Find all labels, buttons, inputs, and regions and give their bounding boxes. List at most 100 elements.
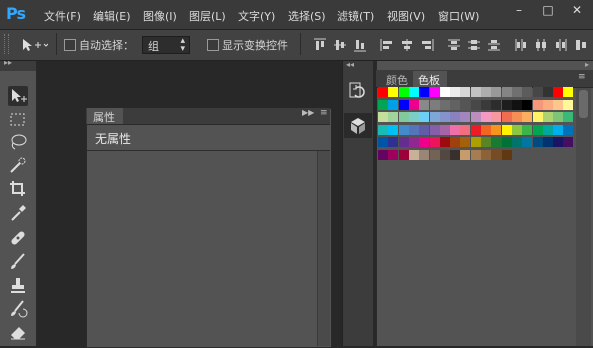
align-top-icon[interactable] [313,38,327,52]
color-swatch[interactable] [378,87,388,97]
color-swatch[interactable] [470,150,481,160]
color-swatch[interactable] [398,137,409,148]
color-swatch[interactable] [563,124,574,135]
color-swatch[interactable] [553,137,564,148]
color-swatch[interactable] [388,150,399,160]
color-swatch[interactable] [388,87,399,97]
color-swatch[interactable] [522,112,533,123]
color-swatch[interactable] [553,112,564,123]
color-swatch[interactable] [481,137,491,148]
color-swatch[interactable] [378,137,388,148]
collapse-arrows-icon[interactable]: ▶▶ [302,108,314,117]
color-swatch[interactable] [429,124,440,135]
color-swatch[interactable] [429,99,440,110]
collapse-arrows-icon[interactable]: ▸▸ [4,58,12,67]
color-swatch[interactable] [501,137,512,148]
scrollbar-thumb[interactable] [579,90,588,118]
color-swatch[interactable] [511,87,522,97]
color-swatch[interactable] [553,124,564,135]
quick-selection-tool-icon[interactable] [8,155,28,175]
color-swatch[interactable] [429,137,440,148]
color-swatch[interactable] [408,150,419,160]
distribute-bottom-icon[interactable] [487,38,501,52]
color-swatch[interactable] [481,87,491,97]
color-swatch[interactable] [429,112,440,123]
distribute-right-icon[interactable] [554,38,568,52]
color-swatch[interactable] [419,137,430,148]
color-swatch[interactable] [460,112,471,123]
distribute-top-icon[interactable] [447,38,461,52]
color-swatch[interactable] [501,124,512,135]
color-swatch[interactable] [470,112,481,123]
menu-select[interactable]: 选择(S) [288,8,326,24]
color-swatch[interactable] [522,124,533,135]
marquee-tool-icon[interactable] [8,110,28,130]
color-swatch[interactable] [388,137,399,148]
properties-scrollbar[interactable] [317,151,330,346]
color-swatch[interactable] [532,87,543,97]
color-swatch[interactable] [481,124,491,135]
color-swatch[interactable] [542,87,553,97]
color-swatch[interactable] [388,112,399,123]
color-swatch[interactable] [439,112,450,123]
color-swatch[interactable] [542,112,553,123]
healing-brush-tool-icon[interactable] [8,228,28,248]
color-swatch[interactable] [491,87,502,97]
crop-tool-icon[interactable] [8,179,28,199]
color-swatch[interactable] [470,137,481,148]
color-swatch[interactable] [398,99,409,110]
color-swatch[interactable] [460,137,471,148]
3d-panel-icon[interactable] [344,113,372,138]
align-hcenter-icon[interactable] [400,38,414,52]
clone-stamp-tool-icon[interactable] [8,276,28,296]
swatches-scrollbar[interactable] [576,88,591,346]
color-swatch[interactable] [378,112,388,123]
color-swatch[interactable] [460,150,471,160]
color-swatch[interactable] [378,150,388,160]
move-tool-preset-icon[interactable] [20,36,49,54]
expand-arrows-icon[interactable]: ◂◂ [346,60,354,69]
distribute-left-icon[interactable] [514,38,528,52]
color-swatch[interactable] [408,137,419,148]
color-swatch[interactable] [450,112,461,123]
color-swatch[interactable] [501,112,512,123]
color-swatch[interactable] [563,112,574,123]
align-bottom-icon[interactable] [353,38,367,52]
collapse-arrows-icon[interactable]: ▸ [585,60,589,69]
auto-select-checkbox[interactable] [64,39,76,51]
color-swatch[interactable] [532,112,543,123]
color-swatch[interactable] [491,124,502,135]
color-swatch[interactable] [419,99,430,110]
tab-swatches[interactable]: 色板 [413,71,447,88]
color-swatch[interactable] [542,99,553,110]
color-swatch[interactable] [491,150,502,160]
color-swatch[interactable] [563,137,574,148]
color-swatch[interactable] [532,124,543,135]
color-swatch[interactable] [419,112,430,123]
eraser-tool-icon[interactable] [8,322,28,342]
color-swatch[interactable] [429,150,440,160]
color-swatch[interactable] [398,124,409,135]
color-swatch[interactable] [398,112,409,123]
menu-type[interactable]: 文字(Y) [238,8,275,24]
color-swatch[interactable] [542,137,553,148]
color-swatch[interactable] [450,150,461,160]
brush-tool-icon[interactable] [8,252,28,272]
color-swatch[interactable] [491,99,502,110]
color-swatch[interactable] [388,99,399,110]
menu-window[interactable]: 窗口(W) [438,8,479,24]
align-vcenter-icon[interactable] [333,38,347,52]
color-swatch[interactable] [511,99,522,110]
color-swatch[interactable] [460,124,471,135]
color-swatch[interactable] [450,137,461,148]
color-swatch[interactable] [470,99,481,110]
menu-file[interactable]: 文件(F) [44,8,81,24]
options-grip[interactable] [4,34,9,54]
color-swatch[interactable] [553,99,564,110]
color-swatch[interactable] [439,87,450,97]
color-swatch[interactable] [532,137,543,148]
tab-color[interactable]: 颜色 [380,71,412,87]
color-swatch[interactable] [398,87,409,97]
tab-properties[interactable]: 属性 [87,108,123,124]
maximize-button[interactable]: □ [535,0,561,20]
